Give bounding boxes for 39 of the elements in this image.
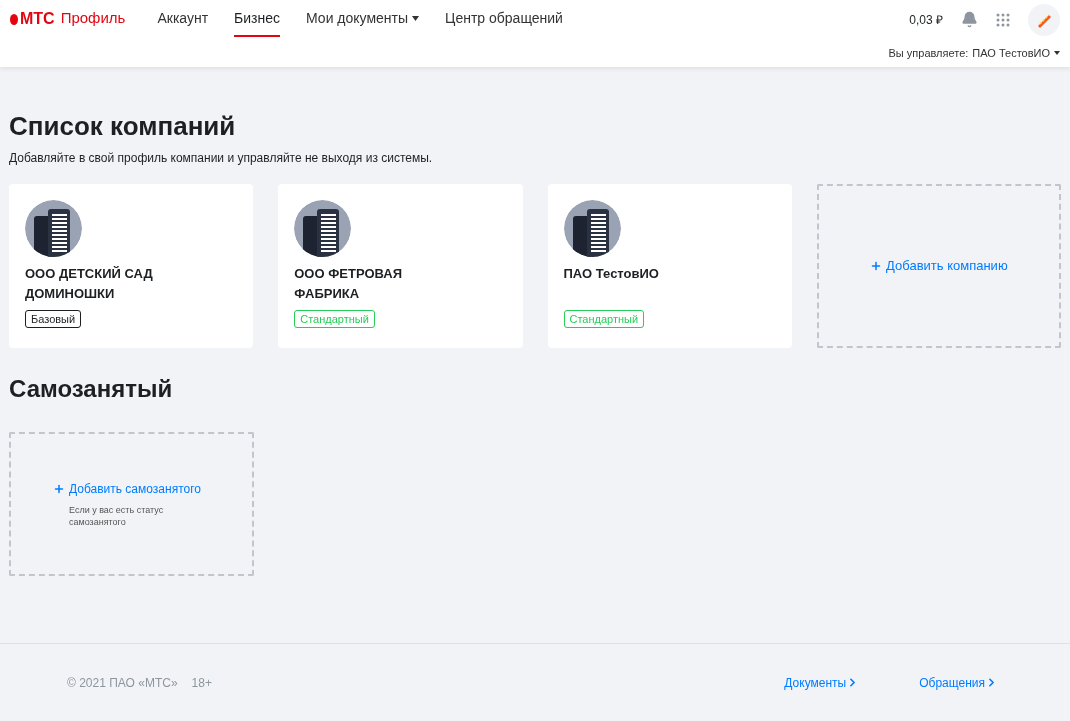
building-avatar-icon	[294, 200, 352, 257]
plus-icon	[53, 483, 65, 495]
add-self-employed-label: Добавить самозанятого	[69, 481, 201, 498]
bell-icon[interactable]	[961, 11, 978, 28]
caret-icon	[412, 15, 420, 21]
footer-link[interactable]: Обращения	[919, 673, 998, 692]
copyright: © 2021 ПАО «МТС»	[67, 674, 178, 692]
add-company-button[interactable]: Добавить компанию	[816, 184, 1061, 348]
building-avatar-icon	[563, 200, 621, 257]
caret-icon	[1054, 51, 1060, 56]
hint-text: Если у вас есть статус самозанятого	[69, 504, 165, 528]
section-title: Самозанятый	[9, 374, 174, 404]
nav-tab[interactable]: Центр обращений	[445, 0, 563, 37]
footer-link[interactable]: Документы	[784, 673, 860, 692]
balance[interactable]: 0,03 ₽	[909, 10, 943, 29]
add-self-employed-button[interactable]: Добавить самозанятого Если у вас есть статус самозанятого	[9, 432, 254, 576]
nav-tab[interactable]: Мои документы	[306, 0, 420, 37]
company-name: ПАО ТестовИО	[563, 265, 660, 283]
apps-grid-icon[interactable]	[996, 12, 1010, 27]
building-avatar-icon	[25, 200, 82, 257]
company-switcher[interactable]: ПАО ТестовИО	[972, 45, 1060, 62]
plan-badge: Базовый	[25, 310, 82, 328]
nav-tab[interactable]: Аккаунт	[157, 0, 209, 37]
product-name: Профиль	[60, 8, 126, 29]
company-card[interactable]: ПАО ТестовИО Стандартный	[547, 184, 792, 348]
company-card[interactable]: ООО ФЕТРОВАЯ ФАБРИКА Стандартный	[278, 184, 523, 348]
company-name: ООО ФЕТРОВАЯ ФАБРИКА	[294, 265, 403, 303]
avatar[interactable]	[1028, 3, 1060, 36]
managing-label: Вы управляете:	[888, 46, 969, 61]
plan-badge: Стандартный	[563, 310, 645, 328]
plus-icon	[870, 260, 883, 272]
company-card[interactable]: ООО ДЕТСКИЙ САД ДОМИНОШКИ Базовый	[9, 184, 254, 348]
section-title: Список компаний	[9, 111, 237, 141]
nav-tab[interactable]: Бизнес	[234, 0, 281, 37]
logo[interactable]: МТС	[10, 6, 55, 31]
section-subtitle: Добавляйте в свой профиль компании и управляйте не выходя из системы.	[9, 150, 434, 167]
company-name: ООО ДЕТСКИЙ САД ДОМИНОШКИ	[25, 265, 154, 303]
age-rating: 18+	[191, 674, 212, 692]
plan-badge: Стандартный	[294, 310, 375, 328]
